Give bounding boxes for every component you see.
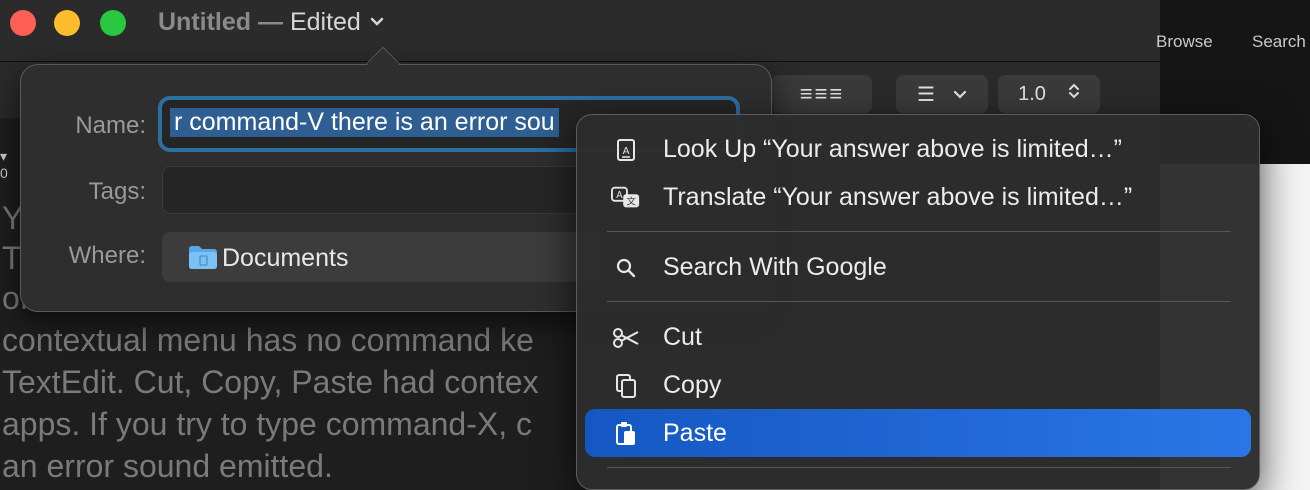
- menu-item-translate[interactable]: A文 Translate “Your answer above is limit…: [585, 173, 1251, 221]
- zoom-window-button[interactable]: [100, 10, 126, 36]
- menu-separator: [607, 301, 1231, 302]
- chevron-down-icon: [953, 83, 967, 106]
- menu-item-paste[interactable]: Paste: [585, 409, 1251, 457]
- text-alignment-control[interactable]: ≡≡≡: [772, 75, 872, 113]
- menu-separator: [607, 231, 1231, 232]
- document-line: TextEdit. Cut, Copy, Paste had contex: [2, 364, 539, 400]
- where-value: Documents: [222, 244, 349, 272]
- ruler-marker: ▾ 0: [0, 148, 8, 181]
- menu-item-search-with-google[interactable]: Search With Google: [585, 243, 1251, 291]
- where-label: Where:: [68, 242, 146, 269]
- menu-separator: [607, 467, 1231, 468]
- window-titlebar: Untitled — Edited: [0, 0, 1160, 62]
- browse-link[interactable]: Browse: [1156, 32, 1213, 52]
- search-link[interactable]: Search: [1252, 32, 1306, 52]
- menu-item-label: Search With Google: [663, 253, 887, 281]
- menu-item-label: Paste: [663, 419, 727, 447]
- close-window-button[interactable]: [10, 10, 36, 36]
- where-popup[interactable]: Documents: [162, 232, 602, 282]
- align-icons: ≡≡≡: [799, 81, 845, 106]
- menu-item-label: Translate “Your answer above is limited……: [663, 183, 1133, 211]
- document-line: an error sound emitted.: [2, 448, 333, 484]
- menu-item-look-up[interactable]: A Look Up “Your answer above is limited……: [585, 125, 1251, 173]
- window-title[interactable]: Untitled — Edited: [158, 8, 384, 37]
- name-field-value: r command-V there is an error sou: [170, 108, 559, 137]
- tags-field[interactable]: [162, 166, 602, 214]
- menu-item-label: Look Up “Your answer above is limited…”: [663, 135, 1123, 163]
- line-spacing-stepper[interactable]: 1.0: [998, 75, 1100, 113]
- window-title-text: Untitled —: [158, 8, 283, 36]
- line-spacing-value: 1.0: [1018, 82, 1046, 105]
- edited-label: Edited: [289, 8, 361, 36]
- tags-label: Tags:: [88, 178, 146, 205]
- list-style-popup[interactable]: ☰: [896, 75, 988, 113]
- name-label: Name:: [75, 112, 146, 139]
- folder-icon: [188, 244, 218, 270]
- translate-icon: A文: [611, 183, 641, 213]
- document-line: contextual menu has no command ke: [2, 322, 534, 358]
- paste-icon: [611, 419, 641, 449]
- scissors-icon: [611, 323, 641, 353]
- svg-text:A: A: [623, 146, 630, 157]
- menu-item-label: Cut: [663, 323, 702, 351]
- svg-text:文: 文: [626, 196, 636, 208]
- menu-item-cut[interactable]: Cut: [585, 313, 1251, 361]
- menu-item-label: Copy: [663, 371, 722, 399]
- chevron-down-icon[interactable]: [370, 14, 384, 32]
- menu-item-copy[interactable]: Copy: [585, 361, 1251, 409]
- search-icon: [611, 253, 641, 283]
- list-icon: ☰: [917, 83, 935, 106]
- context-menu: A Look Up “Your answer above is limited……: [576, 114, 1260, 490]
- svg-text:A: A: [616, 190, 623, 201]
- minimize-window-button[interactable]: [54, 10, 80, 36]
- stepper-icon: [1068, 82, 1080, 106]
- document-line: apps. If you try to type command-X, c: [2, 406, 532, 442]
- document-line: T: [2, 240, 22, 276]
- dictionary-icon: A: [611, 135, 641, 165]
- copy-icon: [611, 371, 641, 401]
